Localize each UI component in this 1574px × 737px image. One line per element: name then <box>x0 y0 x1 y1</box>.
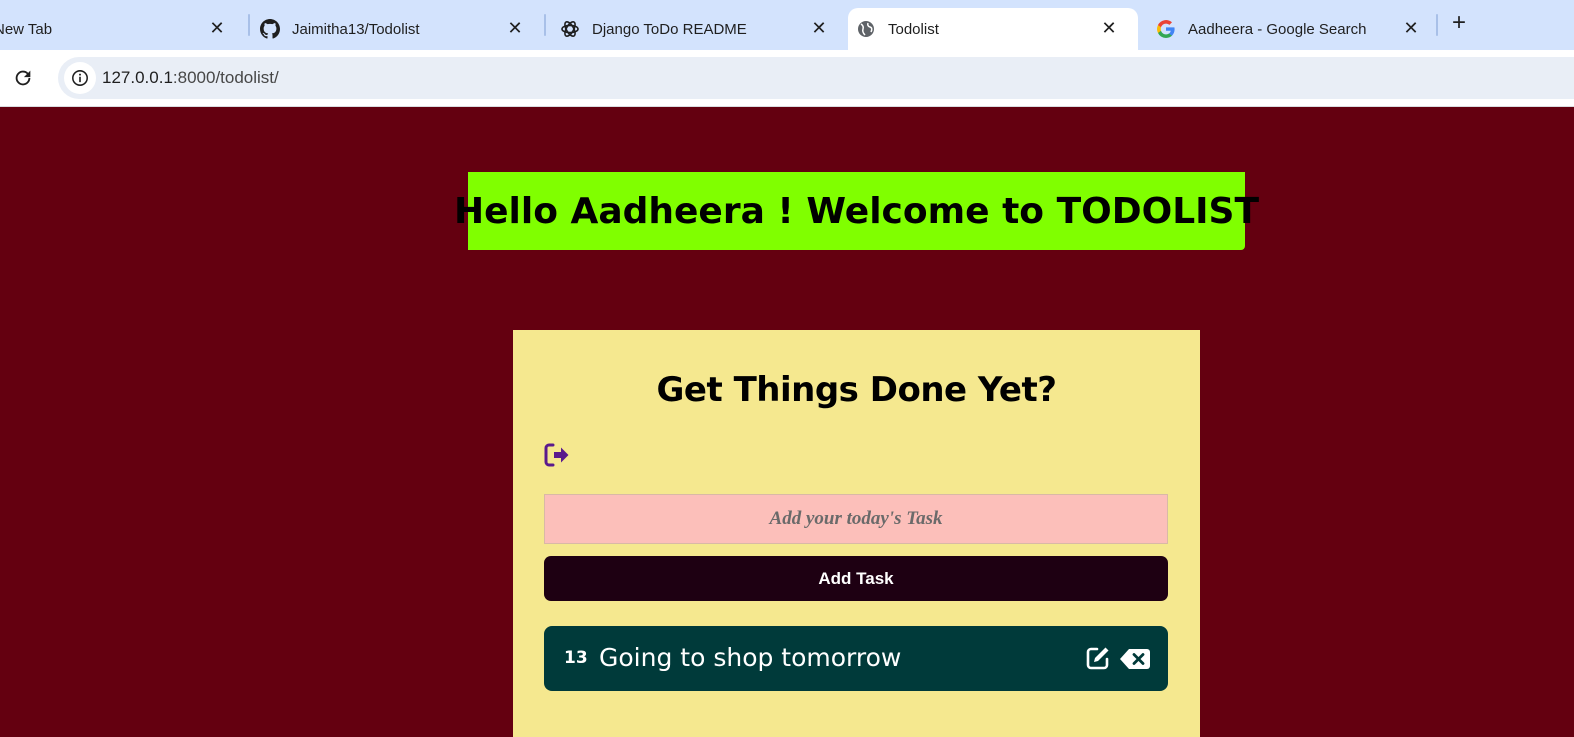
todo-card: Get Things Done Yet? Add Task 13 Going t… <box>513 330 1200 737</box>
tab-title: Jaimitha13/Todolist <box>292 20 420 38</box>
tab-separator <box>544 14 546 36</box>
globe-icon <box>856 19 876 39</box>
tab-new-tab[interactable]: New Tab ✕ <box>0 8 246 50</box>
url-path: :8000/todolist/ <box>172 68 279 87</box>
add-task-button[interactable]: Add Task <box>544 556 1168 601</box>
edit-icon[interactable] <box>1085 645 1111 671</box>
tab-title: Aadheera - Google Search <box>1188 20 1367 38</box>
new-tab-button[interactable]: + <box>1447 11 1471 36</box>
task-input[interactable] <box>544 494 1168 544</box>
welcome-banner: Hello Aadheera ! Welcome to TODOLIST <box>454 172 1259 250</box>
tab-separator <box>1436 14 1438 36</box>
tab-title: Django ToDo README <box>592 20 747 38</box>
site-info-icon[interactable] <box>64 62 96 94</box>
page-content: Hello Aadheera ! Welcome to TODOLIST Get… <box>0 108 1574 737</box>
close-icon[interactable]: ✕ <box>808 17 830 39</box>
url-host: 127.0.0.1 <box>102 68 173 87</box>
tab-github[interactable]: Jaimitha13/Todolist ✕ <box>260 8 544 50</box>
task-text: Going to shop tomorrow <box>599 643 902 672</box>
tab-title: Todolist <box>888 20 939 38</box>
task-id: 13 <box>564 648 588 668</box>
card-title: Get Things Done Yet? <box>656 370 1057 410</box>
tab-title: New Tab <box>0 20 53 38</box>
close-icon[interactable]: ✕ <box>206 17 228 39</box>
github-icon <box>260 19 280 39</box>
sign-out-icon[interactable] <box>543 442 571 468</box>
tab-google-search[interactable]: Aadheera - Google Search ✕ <box>1156 8 1440 50</box>
tab-todolist[interactable]: Todolist ✕ <box>848 8 1138 50</box>
address-bar[interactable]: 127.0.0.1:8000/todolist/ <box>58 57 1574 99</box>
task-item: 13 Going to shop tomorrow <box>544 626 1168 691</box>
tab-strip: New Tab ✕ Jaimitha13/Todolist ✕ Django T… <box>0 0 1574 50</box>
tab-django-readme[interactable]: Django ToDo README ✕ <box>560 8 848 50</box>
close-icon[interactable]: ✕ <box>504 17 526 39</box>
openai-icon <box>560 19 580 39</box>
url-text[interactable]: 127.0.0.1:8000/todolist/ <box>102 68 279 88</box>
reload-icon[interactable] <box>12 67 34 89</box>
google-icon <box>1156 19 1176 39</box>
browser-toolbar: 127.0.0.1:8000/todolist/ <box>0 50 1574 107</box>
close-icon[interactable]: ✕ <box>1400 17 1422 39</box>
tab-separator <box>248 14 250 36</box>
close-icon[interactable]: ✕ <box>1098 17 1120 39</box>
delete-icon[interactable] <box>1120 648 1150 670</box>
